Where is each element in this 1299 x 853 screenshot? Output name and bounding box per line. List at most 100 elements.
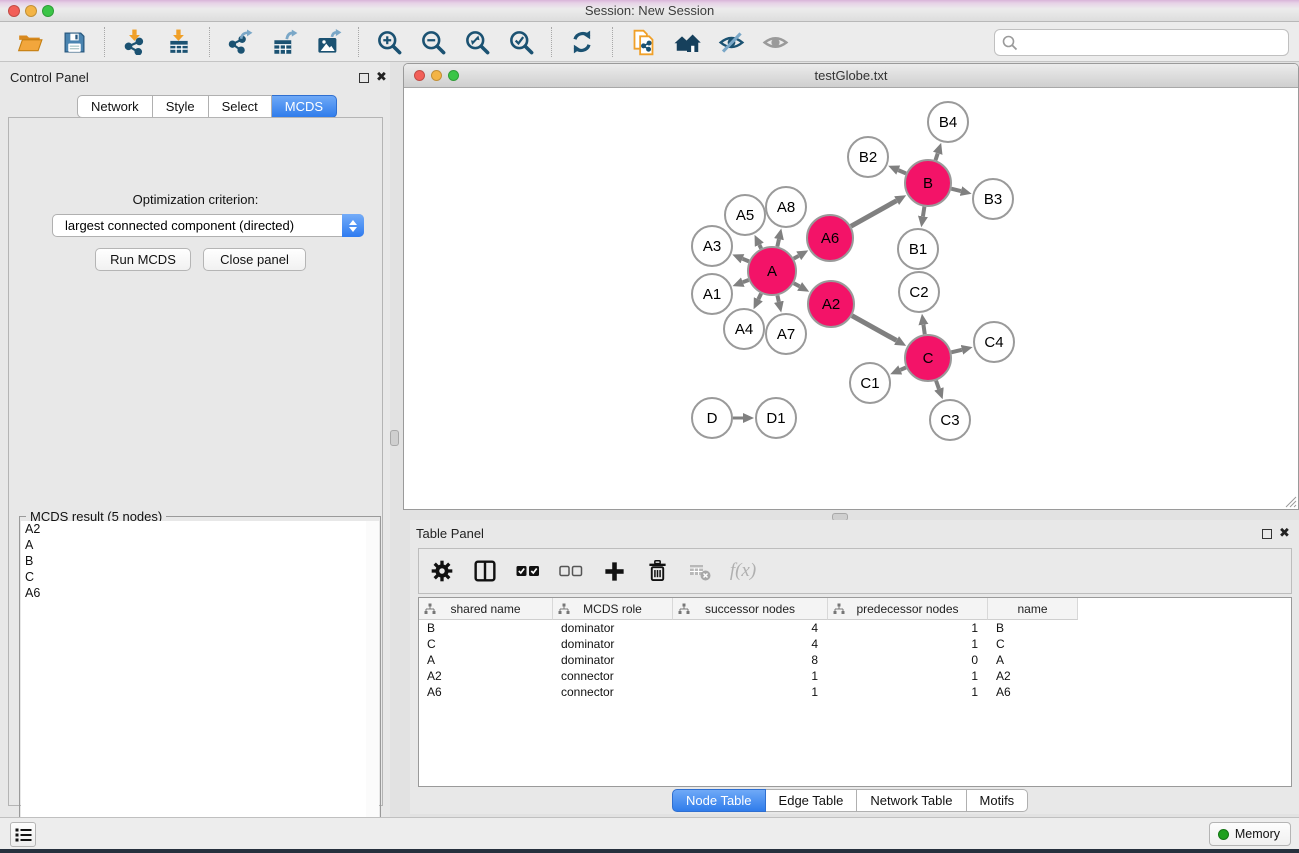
graph-edge-B-B4[interactable] <box>935 153 937 160</box>
export-network-button[interactable] <box>222 25 258 59</box>
table-cell[interactable]: 0 <box>828 652 988 668</box>
table-cell[interactable]: 4 <box>673 620 828 636</box>
search-field[interactable] <box>994 29 1289 56</box>
search-input[interactable] <box>1019 33 1288 53</box>
export-image-button[interactable] <box>310 25 346 59</box>
mcds-result-item[interactable]: A2 <box>21 521 366 537</box>
hide-graphics-details-button[interactable] <box>713 25 749 59</box>
split-divider-grip[interactable] <box>390 430 399 446</box>
graph-edge-A-A5[interactable] <box>759 245 761 249</box>
table-cell[interactable]: A <box>988 652 1078 668</box>
mcds-result-item[interactable]: C <box>21 569 366 585</box>
column-header-predecessor-nodes[interactable]: predecessor nodes <box>828 598 988 620</box>
table-cell[interactable]: 1 <box>673 668 828 684</box>
tab-select[interactable]: Select <box>209 95 272 118</box>
float-panel-icon[interactable] <box>359 73 369 83</box>
graph-node-A[interactable]: A <box>748 247 796 295</box>
table-cell[interactable]: 8 <box>673 652 828 668</box>
float-table-panel-icon[interactable] <box>1262 529 1272 539</box>
table-cell[interactable]: dominator <box>553 620 673 636</box>
graph-edge-C-C1[interactable] <box>900 367 906 369</box>
column-header-shared-name[interactable]: shared name <box>419 598 553 620</box>
network-window-titlebar[interactable]: testGlobe.txt <box>404 64 1298 88</box>
zoom-selected-button[interactable] <box>503 25 539 59</box>
graph-node-A2[interactable]: A2 <box>808 281 854 327</box>
graph-node-B4[interactable]: B4 <box>928 102 968 142</box>
graph-node-D[interactable]: D <box>692 398 732 438</box>
mcds-result-item[interactable]: A6 <box>21 585 366 601</box>
graph-edge-A6-B[interactable] <box>851 201 897 227</box>
table-options-button[interactable] <box>429 558 455 584</box>
table-cell[interactable]: 1 <box>828 684 988 700</box>
table-cell[interactable]: 1 <box>828 620 988 636</box>
graph-edge-B-B2[interactable] <box>898 170 906 173</box>
table-cell[interactable]: A <box>419 652 553 668</box>
graph-node-B3[interactable]: B3 <box>973 179 1013 219</box>
run-mcds-button[interactable]: Run MCDS <box>95 248 191 271</box>
show-column-button[interactable] <box>472 558 498 584</box>
save-session-button[interactable] <box>56 25 92 59</box>
table-row[interactable]: A6connector11A6 <box>419 684 1291 700</box>
mcds-result-list[interactable]: A2ABCA6 <box>21 521 367 851</box>
graph-edge-A-A6[interactable] <box>794 256 799 259</box>
column-header-successor-nodes[interactable]: successor nodes <box>673 598 828 620</box>
table-cell[interactable]: A6 <box>419 684 553 700</box>
show-graphics-details-button[interactable] <box>757 25 793 59</box>
add-column-button[interactable] <box>601 558 627 584</box>
refresh-view-button[interactable] <box>564 25 600 59</box>
graph-node-B2[interactable]: B2 <box>848 137 888 177</box>
graph-node-A5[interactable]: A5 <box>725 195 765 235</box>
table-cell[interactable]: C <box>988 636 1078 652</box>
graph-node-B1[interactable]: B1 <box>898 229 938 269</box>
import-network-button[interactable] <box>117 25 153 59</box>
close-panel-icon[interactable]: ✖ <box>376 69 387 85</box>
mcds-list-scrollbar[interactable] <box>366 521 379 851</box>
table-cell[interactable]: dominator <box>553 636 673 652</box>
tab-network[interactable]: Network <box>77 95 153 118</box>
copy-style-button[interactable] <box>625 25 661 59</box>
tab-mcds[interactable]: MCDS <box>272 95 337 118</box>
graph-edge-A-A2[interactable] <box>794 283 800 286</box>
zoom-out-button[interactable] <box>415 25 451 59</box>
tab-node-table[interactable]: Node Table <box>672 789 766 812</box>
apply-function-button[interactable]: f(x) <box>730 558 756 584</box>
close-panel-button[interactable]: Close panel <box>203 248 306 271</box>
unselect-all-button[interactable] <box>558 558 584 584</box>
tab-edge-table[interactable]: Edge Table <box>766 789 858 812</box>
import-table-button[interactable] <box>161 25 197 59</box>
graph-edge-A-A4[interactable] <box>758 294 761 300</box>
network-graph[interactable]: B4B2BB3A8A5A6A3B1AC2A1A2A4A7C4CC1DD1C3 <box>405 89 1297 507</box>
table-row[interactable]: Cdominator41C <box>419 636 1291 652</box>
table-cell[interactable]: A2 <box>419 668 553 684</box>
tab-network-table[interactable]: Network Table <box>857 789 966 812</box>
table-cell[interactable]: 4 <box>673 636 828 652</box>
criterion-dropdown[interactable]: largest connected component (directed) <box>52 214 364 237</box>
graph-node-C4[interactable]: C4 <box>974 322 1014 362</box>
table-cell[interactable]: C <box>419 636 553 652</box>
zoom-fit-button[interactable] <box>459 25 495 59</box>
table-cell[interactable]: connector <box>553 684 673 700</box>
delete-column-button[interactable] <box>644 558 670 584</box>
graph-edge-C-C3[interactable] <box>936 381 939 389</box>
export-table-button[interactable] <box>266 25 302 59</box>
table-cell[interactable]: dominator <box>553 652 673 668</box>
tab-style[interactable]: Style <box>153 95 209 118</box>
graph-node-C2[interactable]: C2 <box>899 272 939 312</box>
table-row[interactable]: Adominator80A <box>419 652 1291 668</box>
close-table-panel-icon[interactable]: ✖ <box>1279 525 1290 541</box>
table-cell[interactable]: connector <box>553 668 673 684</box>
graph-node-C[interactable]: C <box>905 335 951 381</box>
table-cell[interactable]: A6 <box>988 684 1078 700</box>
table-row[interactable]: Bdominator41B <box>419 620 1291 636</box>
column-header-mcds-role[interactable]: MCDS role <box>553 598 673 620</box>
graph-node-A3[interactable]: A3 <box>692 226 732 266</box>
table-cell[interactable]: B <box>988 620 1078 636</box>
table-cell[interactable]: 1 <box>673 684 828 700</box>
graph-edge-A-A7[interactable] <box>777 295 778 301</box>
table-row[interactable]: A2connector11A2 <box>419 668 1291 684</box>
graph-edge-B-B1[interactable] <box>923 207 924 217</box>
open-session-button[interactable] <box>12 25 48 59</box>
graph-node-C3[interactable]: C3 <box>930 400 970 440</box>
network-canvas[interactable]: B4B2BB3A8A5A6A3B1AC2A1A2A4A7C4CC1DD1C3 <box>405 89 1297 509</box>
delete-table-button[interactable] <box>687 558 713 584</box>
